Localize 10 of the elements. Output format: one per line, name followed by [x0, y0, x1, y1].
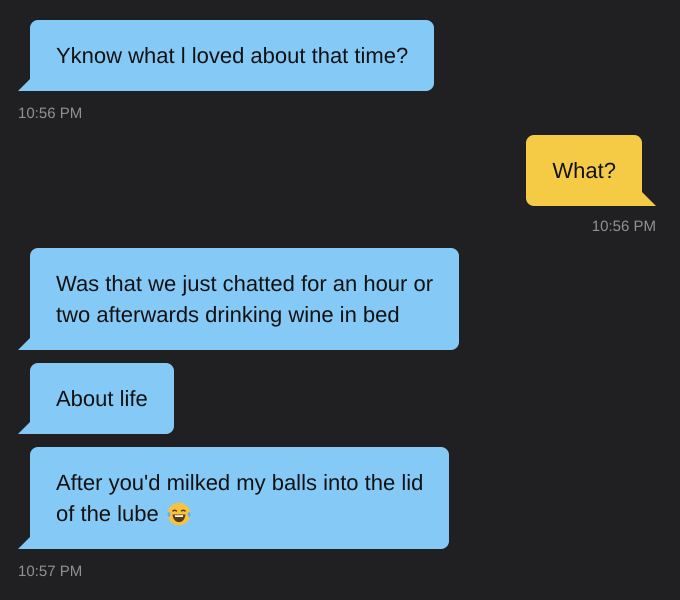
message-text: two afterwards drinking wine in bed: [56, 301, 401, 329]
message-text: About life: [56, 385, 148, 413]
message-text: Yknow what l loved about that time?: [56, 42, 408, 70]
message-time: 10:56 PM: [592, 217, 656, 237]
message-time: 10:56 PM: [18, 104, 82, 124]
message-text: What?: [552, 157, 616, 185]
message-text: of the lube: [56, 498, 424, 529]
message-time: 10:57 PM: [18, 562, 82, 582]
message-text: After you'd milked my balls into the lid: [56, 469, 424, 497]
message-text: Was that we just chatted for an hour or: [56, 270, 434, 298]
